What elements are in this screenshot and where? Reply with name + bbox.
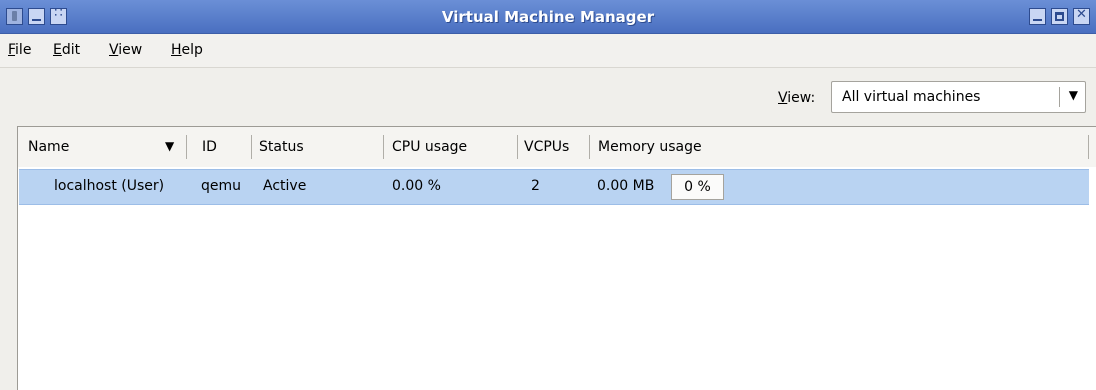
column-separator[interactable] [383,135,384,159]
title-bar-right-buttons [1029,7,1090,25]
toolbar: View: All virtual machines ▼ [0,68,1096,122]
menu-view[interactable]: View [109,42,142,58]
menu-bar: File Edit View Help [0,34,1096,68]
memory-usage-bar: 0 % [671,174,724,200]
close-icon[interactable] [1073,7,1090,25]
chevron-down-icon[interactable]: ▼ [1069,88,1078,102]
column-separator[interactable] [517,135,518,159]
minimize-icon[interactable] [1029,8,1046,25]
column-header-name[interactable]: Name [28,139,69,155]
column-separator[interactable] [251,135,252,159]
menu-file[interactable]: File [8,42,31,58]
column-separator[interactable] [1088,135,1089,159]
title-bar[interactable]: Virtual Machine Manager [0,0,1096,34]
cell-cpu: 0.00 % [392,178,441,194]
column-separator[interactable] [186,135,187,159]
combo-separator [1059,87,1060,107]
maximize-icon[interactable] [1051,8,1068,25]
view-filter-value: All virtual machines [842,89,981,105]
column-header-memory[interactable]: Memory usage [598,139,702,155]
column-header-cpu[interactable]: CPU usage [392,139,467,155]
column-header-vcpus[interactable]: VCPUs [524,139,569,155]
cell-status: Active [263,178,307,194]
table-row[interactable]: localhost (User) qemu Active 0.00 % 2 0.… [19,169,1089,205]
menu-edit[interactable]: Edit [53,42,80,58]
view-label: View: [778,90,816,106]
column-header-status[interactable]: Status [259,139,304,155]
list-header: Name ▼ ID Status CPU usage VCPUs Memory … [18,127,1096,167]
column-separator[interactable] [589,135,590,159]
cell-name: localhost (User) [54,178,165,194]
cell-memory: 0.00 MB [597,178,655,194]
cell-id: qemu [201,178,242,194]
menu-help[interactable]: Help [171,42,203,58]
view-filter-select[interactable]: All virtual machines ▼ [831,81,1086,113]
column-header-id[interactable]: ID [202,139,217,155]
cell-vcpus: 2 [531,178,540,194]
sort-descending-icon: ▼ [165,139,175,153]
vm-list[interactable]: Name ▼ ID Status CPU usage VCPUs Memory … [17,126,1096,390]
window-title: Virtual Machine Manager [441,8,655,26]
